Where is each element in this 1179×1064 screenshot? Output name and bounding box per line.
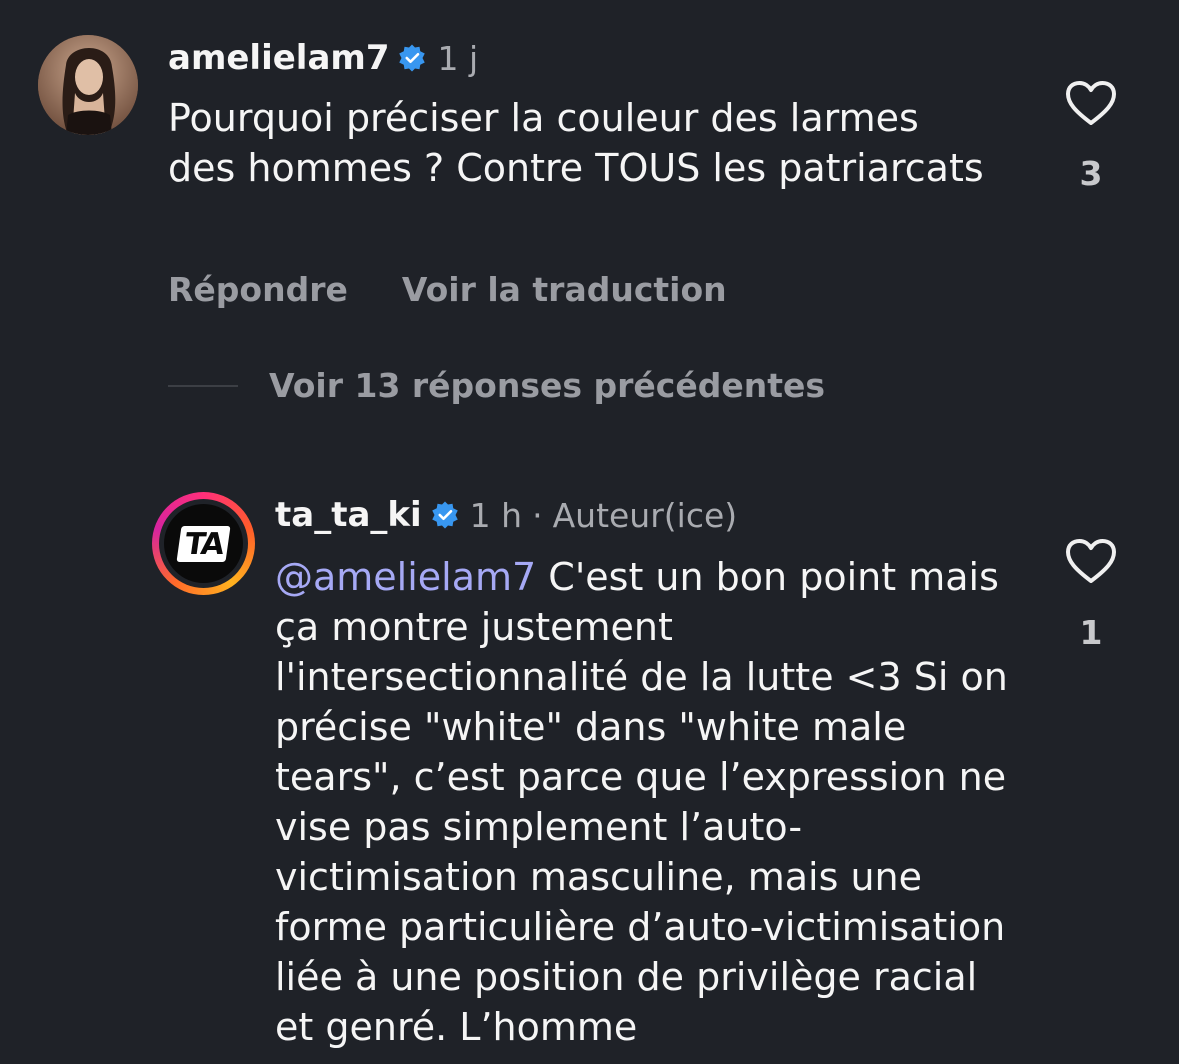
like-count: 3 xyxy=(1079,154,1103,193)
reply-like-count: 1 xyxy=(1079,613,1103,652)
reply-text: @amelielam7 C'est un bon point mais ça m… xyxy=(275,552,1020,1052)
comment-header: amelielam7 1 j xyxy=(168,38,478,78)
translate-button[interactable]: Voir la traduction xyxy=(402,270,727,309)
avatar-amelielam7[interactable] xyxy=(38,35,138,135)
view-previous-replies[interactable]: Voir 13 réponses précédentes xyxy=(168,366,825,405)
reply-username[interactable]: ta_ta_ki xyxy=(275,495,422,535)
heart-icon[interactable] xyxy=(1065,80,1117,126)
reply-header: ta_ta_ki 1 h · Auteur(ice) xyxy=(275,495,737,535)
view-replies-label[interactable]: Voir 13 réponses précédentes xyxy=(269,366,825,405)
reply-time: 1 h xyxy=(469,495,523,535)
comment-actions: Répondre Voir la traduction xyxy=(168,270,727,309)
verified-badge-icon xyxy=(431,501,458,529)
replies-divider xyxy=(168,384,238,387)
avatar-logo-text: TA xyxy=(176,525,231,562)
comment-text: Pourquoi préciser la couleur des larmes … xyxy=(168,96,984,190)
reply-body: C'est un bon point mais ça montre justem… xyxy=(275,555,1008,1049)
comment-username[interactable]: amelielam7 xyxy=(168,38,389,78)
author-badge: Auteur(ice) xyxy=(552,495,738,535)
avatar-photo xyxy=(38,35,138,135)
meta-separator: · xyxy=(532,495,543,535)
heart-icon[interactable] xyxy=(1065,538,1117,584)
avatar-ta_ta_ki[interactable]: TA xyxy=(152,492,255,595)
story-ring: TA xyxy=(159,499,248,588)
avatar-logo: TA xyxy=(164,504,243,583)
verified-badge-icon xyxy=(399,44,426,72)
reply-button[interactable]: Répondre xyxy=(168,270,348,309)
comment-time: 1 j xyxy=(437,38,479,78)
mention-link[interactable]: @amelielam7 xyxy=(275,555,536,599)
